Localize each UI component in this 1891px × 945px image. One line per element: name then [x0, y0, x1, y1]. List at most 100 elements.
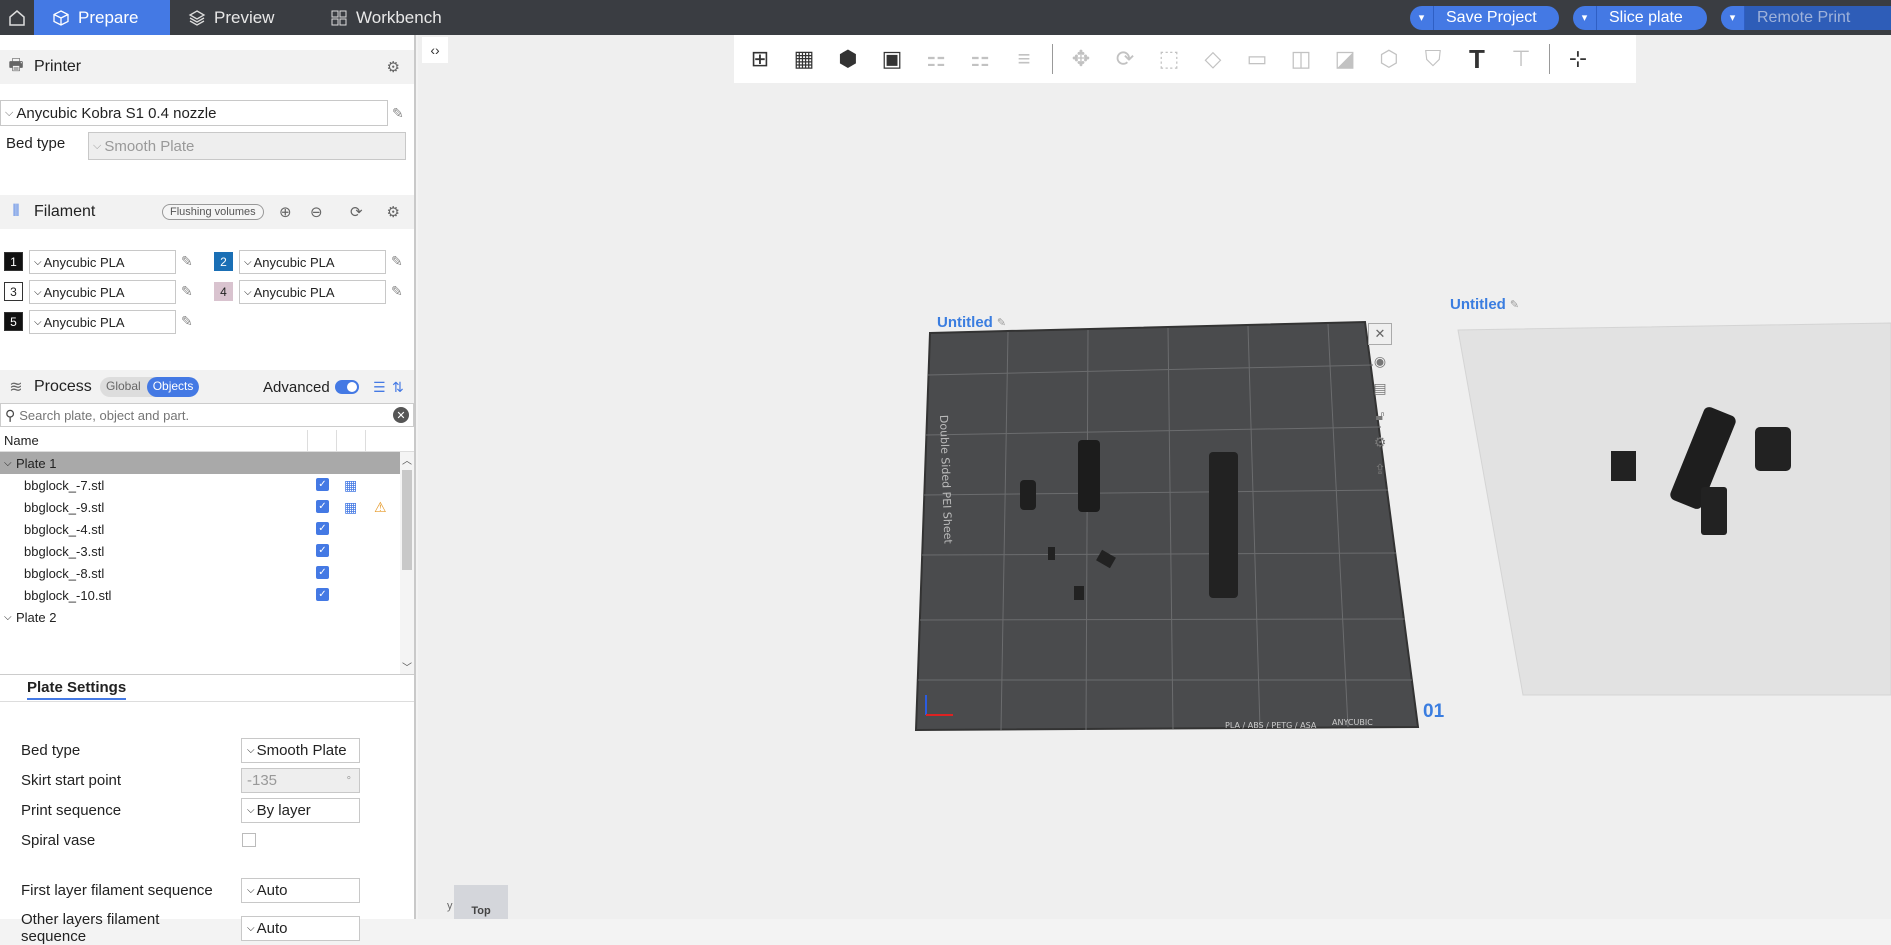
support-paint-icon[interactable]: ◪ [1323, 37, 1367, 81]
filament-select[interactable]: ⌵ Anycubic PLA [239, 280, 386, 304]
table-row[interactable]: bbglock_-7.stl ✓ ▦ [0, 474, 400, 496]
text-icon[interactable]: T [1455, 37, 1499, 81]
scrollbar[interactable]: ︿ ﹀ [400, 452, 414, 674]
color-paint-icon[interactable]: ⛉ [1411, 37, 1455, 81]
sort-icon[interactable]: ⇅ [392, 379, 404, 396]
printer-preset-select[interactable]: ⌵ Anycubic Kobra S1 0.4 nozzle [0, 100, 388, 126]
checkbox[interactable]: ✓ [316, 500, 329, 513]
scroll-down-icon[interactable]: ﹀ [402, 659, 412, 674]
chevron-down-icon[interactable]: ▾ [1573, 5, 1597, 30]
filament-select[interactable]: ⌵ Anycubic PLA [29, 280, 176, 304]
chevron-down-icon[interactable]: ⌵ [4, 458, 16, 469]
skirt-start-point-input[interactable]: -135 ° [241, 768, 360, 793]
warning-icon[interactable]: ⚠ [374, 499, 387, 516]
advanced-toggle[interactable] [335, 380, 359, 394]
print-sequence-select[interactable]: ⌵ By layer [241, 798, 360, 823]
setting-value: Auto [256, 920, 288, 937]
plate-2[interactable] [418, 35, 1891, 919]
settings-sliders-icon[interactable]: ⚙ [387, 203, 400, 221]
measure-icon[interactable]: ⊤ [1499, 37, 1543, 81]
table-row[interactable]: bbglock_-3.stl ✓ [0, 540, 400, 562]
filament-select[interactable]: ⌵ Anycubic PLA [29, 250, 176, 274]
plate-2-title[interactable]: Untitled ✎ [1450, 296, 1519, 313]
edit-icon[interactable]: ✎ [392, 105, 408, 121]
seam-paint-icon[interactable]: ⬡ [1367, 37, 1411, 81]
checkbox[interactable]: ✓ [316, 522, 329, 535]
filament-select[interactable]: ⌵ Anycubic PLA [239, 250, 386, 274]
tab-workbench[interactable]: Workbench [312, 0, 460, 35]
list-icon[interactable]: ☰ [373, 379, 386, 396]
bed-type-setting-select[interactable]: ⌵ Smooth Plate [241, 738, 360, 763]
plate-settings-icon[interactable]: ▦ [344, 499, 357, 516]
scale-icon[interactable]: ⬚ [1147, 37, 1191, 81]
split-objects-icon[interactable]: ⚏ [914, 37, 958, 81]
plate-row[interactable]: ⌵ Plate 2 [0, 606, 400, 628]
table-row[interactable]: bbglock_-10.stl ✓ [0, 584, 400, 606]
table-row[interactable]: bbglock_-9.stl ✓ ▦ ⚠ [0, 496, 400, 518]
name-column-header[interactable]: Name [4, 433, 39, 448]
flushing-volumes-button[interactable]: Flushing volumes [162, 204, 264, 220]
settings-sliders-icon[interactable]: ⚙ [387, 58, 400, 76]
add-plate-icon[interactable]: ▦ [782, 37, 826, 81]
cut-icon[interactable]: ▭ [1235, 37, 1279, 81]
edit-icon[interactable]: ✎ [391, 283, 407, 299]
table-row[interactable]: bbglock_-4.stl ✓ [0, 518, 400, 540]
checkbox[interactable]: ✓ [316, 478, 329, 491]
scroll-up-icon[interactable]: ︿ [402, 452, 412, 467]
plate-row[interactable]: ⌵ Plate 1 [0, 452, 400, 474]
model-part [1611, 451, 1636, 481]
remote-print-button[interactable]: ▾ Remote Print [1721, 5, 1891, 30]
edit-icon[interactable]: ✎ [391, 253, 407, 269]
edit-icon[interactable]: ✎ [181, 253, 197, 269]
sync-filament-icon[interactable]: ⟳ [350, 203, 363, 221]
remote-print-label: Remote Print [1757, 8, 1851, 26]
filament-name: Anycubic PLA [43, 284, 125, 300]
bed-type-select[interactable]: ⌵ Smooth Plate [88, 132, 406, 160]
first-layer-sequence-select[interactable]: ⌵ Auto [241, 878, 360, 903]
global-objects-toggle[interactable]: Global Objects [100, 377, 200, 397]
auto-orient-icon[interactable]: ⬢ [826, 37, 870, 81]
assembly-icon[interactable]: ⊹ [1556, 37, 1600, 81]
object-name: bbglock_-4.stl [24, 521, 105, 537]
global-option[interactable]: Global [100, 377, 147, 397]
search-input[interactable] [19, 407, 390, 423]
move-icon[interactable]: ✥ [1059, 37, 1103, 81]
filament-number: 4 [214, 282, 233, 301]
remove-filament-icon[interactable]: ⊖ [310, 203, 323, 221]
build-plate-2 [1457, 322, 1891, 696]
tab-prepare[interactable]: Prepare [34, 0, 170, 35]
layers-icon[interactable]: ≡ [1002, 37, 1046, 81]
edit-icon[interactable]: ✎ [181, 283, 197, 299]
home-button[interactable] [0, 0, 34, 35]
split-parts-icon[interactable]: ⚏ [958, 37, 1002, 81]
edit-icon[interactable]: ✎ [1510, 298, 1519, 311]
spiral-vase-checkbox[interactable] [242, 833, 256, 847]
rotate-icon[interactable]: ⟳ [1103, 37, 1147, 81]
add-object-icon[interactable]: ⊞ [738, 37, 782, 81]
checkbox[interactable]: ✓ [316, 588, 329, 601]
plate-settings-icon[interactable]: ▦ [344, 477, 357, 494]
other-layers-sequence-select[interactable]: ⌵ Auto [241, 916, 360, 941]
slice-plate-button[interactable]: ▾ Slice plate [1573, 5, 1707, 30]
view-cube[interactable]: Top [454, 885, 508, 919]
boolean-icon[interactable]: ◫ [1279, 37, 1323, 81]
chevron-down-icon[interactable]: ▾ [1721, 5, 1745, 30]
arrange-icon[interactable]: ▣ [870, 37, 914, 81]
save-project-button[interactable]: ▾ Save Project [1410, 5, 1559, 30]
object-name: bbglock_-3.stl [24, 543, 105, 559]
lay-on-face-icon[interactable]: ◇ [1191, 37, 1235, 81]
3d-viewport[interactable]: ‹› Double Sided PEI Sheet PLA / ABS / PE… [418, 35, 1891, 919]
clear-search-icon[interactable]: ✕ [393, 407, 409, 423]
filament-select[interactable]: ⌵ Anycubic PLA [29, 310, 176, 334]
tab-preview[interactable]: Preview [170, 0, 312, 35]
objects-option[interactable]: Objects [146, 377, 200, 397]
tab-plate-settings[interactable]: Plate Settings [27, 679, 127, 700]
chevron-down-icon[interactable]: ⌵ [4, 612, 16, 623]
chevron-down-icon[interactable]: ▾ [1410, 5, 1434, 30]
edit-icon[interactable]: ✎ [181, 313, 197, 329]
table-row[interactable]: bbglock_-8.stl ✓ [0, 562, 400, 584]
checkbox[interactable]: ✓ [316, 544, 329, 557]
checkbox[interactable]: ✓ [316, 566, 329, 579]
add-filament-icon[interactable]: ⊕ [279, 203, 292, 221]
cube-icon [53, 9, 69, 26]
